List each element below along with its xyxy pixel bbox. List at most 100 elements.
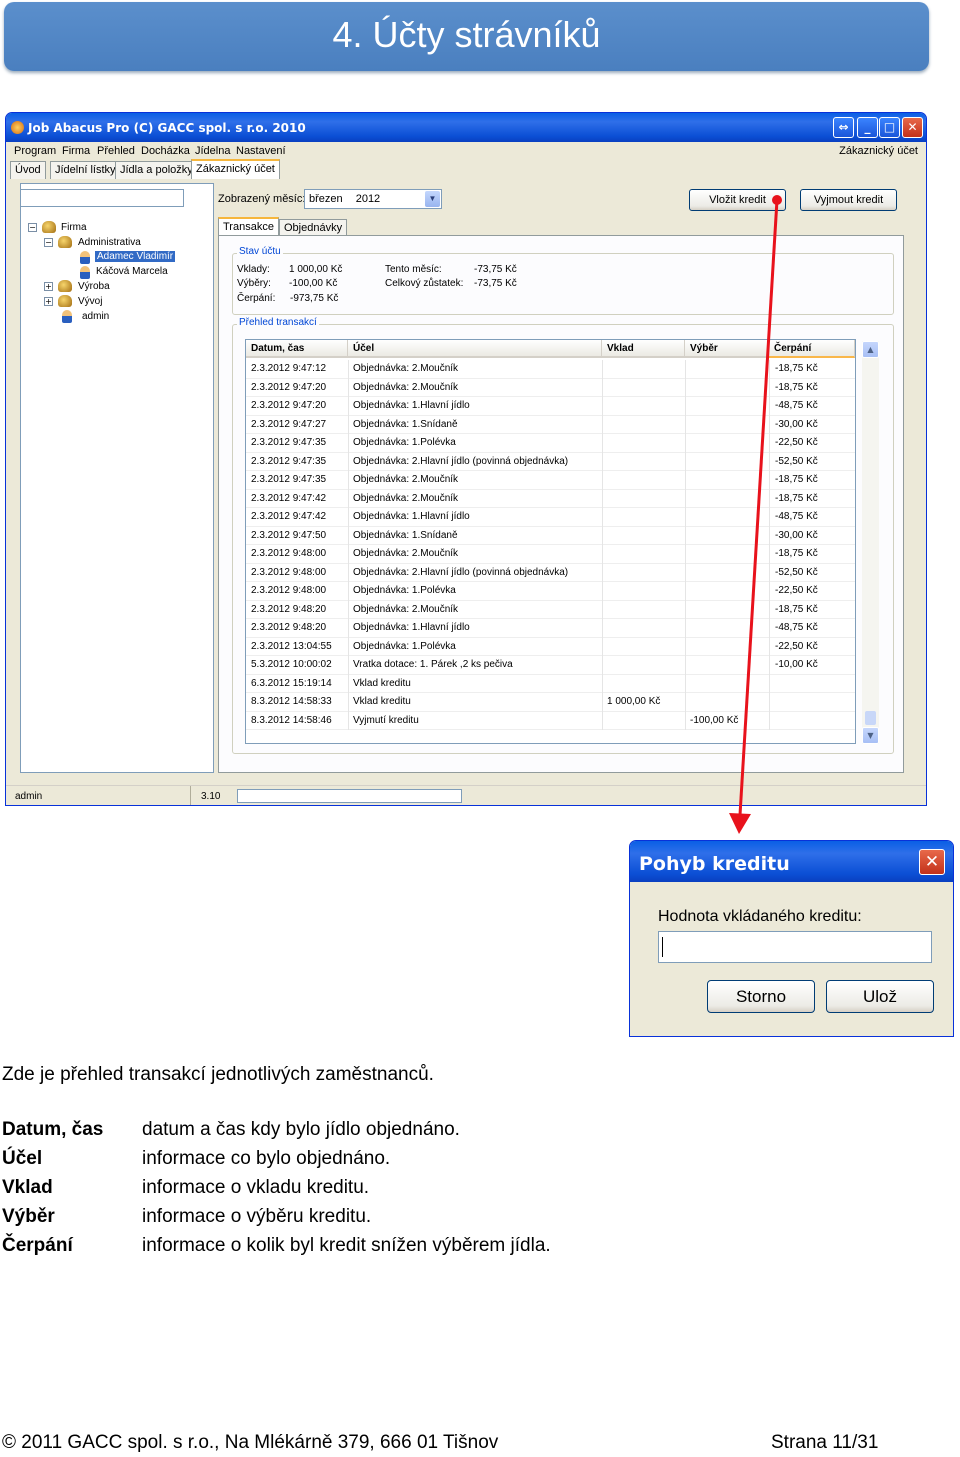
table-row[interactable]: 2.3.2012 9:47:42 Objednávka: 1.Hlavní jíd… (246, 508, 855, 527)
cell-cerpani: -52,50 Kč (775, 566, 818, 578)
deposit-credit-button[interactable]: Vložit kredit (689, 189, 786, 211)
table-row[interactable]: 2.3.2012 9:47:35 Objednávka: 2.Moučník -18… (246, 471, 855, 490)
menu-zakaznicky-ucet[interactable]: Zákaznický účet (839, 145, 918, 157)
cell-datum: 2.3.2012 9:47:35 (251, 474, 327, 485)
definition-description: datum a čas kdy bylo jídlo objednáno. (142, 1119, 460, 1140)
chevron-down-icon[interactable]: ▼ (425, 191, 440, 207)
table-row[interactable]: 2.3.2012 9:48:00 Objednávka: 2.Moučník -18… (246, 545, 855, 564)
definition-description: informace o kolik byl kredit snížen výbě… (142, 1235, 551, 1256)
deposits-label: Vklady: (237, 264, 270, 275)
table-row[interactable]: 2.3.2012 9:47:42 Objednávka: 2.Moučník -18… (246, 489, 855, 508)
group-icon (58, 295, 72, 307)
table-row[interactable]: 8.3.2012 14:58:33 Vklad kreditu 1 000,00 K… (246, 693, 855, 712)
table-row[interactable]: 2.3.2012 9:48:20 Objednávka: 2.Moučník -18… (246, 600, 855, 619)
table-scrollbar[interactable]: ▲ ▼ (862, 341, 879, 744)
restore-icon[interactable]: ⇔ (833, 117, 854, 138)
collapse-icon[interactable]: − (44, 238, 53, 247)
cell-ucel: Objednávka: 2.Moučník (353, 363, 459, 374)
table-row[interactable]: 6.3.2012 15:19:14 Vklad kreditu (246, 674, 855, 693)
tree-search-input[interactable] (20, 189, 184, 207)
table-row[interactable]: 8.3.2012 14:58:46 Vyjmutí kreditu -100,00 … (246, 711, 855, 730)
table-row[interactable]: 5.3.2012 10:00:02 Vratka dotace: 1. Párek… (246, 656, 855, 675)
tab-zakaznicky-ucet[interactable]: Zákaznický účet (191, 159, 280, 179)
menu-jidelna[interactable]: Jídelna (195, 145, 230, 157)
cell-ucel: Objednávka: 2.Moučník (353, 492, 459, 504)
group-icon (58, 280, 72, 292)
withdrawals-label: Výběry: (237, 278, 271, 289)
cell-cerpani: -22,50 Kč (775, 585, 818, 596)
main-window: Job Abacus Pro (C) GACC spol. s r.o. 201… (5, 112, 927, 806)
total-balance-value: -73,75 Kč (474, 278, 517, 289)
definition-term: Vklad (2, 1177, 53, 1198)
month-label: Zobrazený měsíc: (218, 193, 306, 205)
cell-datum: 2.3.2012 9:48:00 (251, 548, 327, 559)
footer-copyright: © 2011 GACC spol. s r.o., Na Mlékárně 37… (2, 1432, 499, 1453)
withdraw-credit-button[interactable]: Vyjmout kredit (800, 189, 897, 211)
cell-datum: 2.3.2012 9:47:20 (251, 400, 327, 411)
table-row[interactable]: 2.3.2012 9:48:00 Objednávka: 1.Polévka -22… (246, 582, 855, 601)
table-row[interactable]: 2.3.2012 9:47:35 Objednávka: 1.Polévka -22… (246, 434, 855, 453)
table-row[interactable]: 2.3.2012 9:47:20 Objednávka: 2.Moučník -18… (246, 378, 855, 397)
tree-root-firma[interactable]: Firma (61, 222, 87, 233)
cell-cerpani: -18,75 Kč (775, 363, 818, 374)
table-row[interactable]: 2.3.2012 9:48:20 Objednávka: 1.Hlavní jíd… (246, 619, 855, 638)
col-header-ucel[interactable]: Účel (348, 340, 602, 358)
cell-datum: 2.3.2012 9:48:00 (251, 585, 327, 596)
tab-transakce[interactable]: Transakce (218, 217, 279, 237)
close-icon[interactable]: ✕ (902, 117, 923, 138)
text-cursor (662, 937, 663, 957)
table-row[interactable]: 2.3.2012 13:04:55 Objednávka: 1.Polévka -2… (246, 637, 855, 656)
menu-firma[interactable]: Firma (62, 145, 90, 157)
table-row[interactable]: 2.3.2012 9:48:00 Objednávka: 2.Hlavní jíd… (246, 563, 855, 582)
table-row[interactable]: 2.3.2012 9:47:35 Objednávka: 2.Hlavní jíd… (246, 452, 855, 471)
window-titlebar[interactable]: Job Abacus Pro (C) GACC spol. s r.o. 201… (6, 113, 926, 142)
definition-description: informace o výběru kreditu. (142, 1206, 372, 1227)
tree-group-vyvoj[interactable]: Vývoj (78, 296, 102, 307)
expand-icon[interactable]: + (44, 282, 53, 291)
credit-amount-input[interactable] (658, 931, 932, 963)
menu-dochazka[interactable]: Docházka (141, 145, 190, 157)
cell-ucel: Objednávka: 1.Snídaně (353, 529, 458, 541)
col-header-vklad[interactable]: Vklad (602, 340, 685, 358)
status-version: 3.10 (201, 791, 221, 802)
dialog-titlebar[interactable]: Pohyb kreditu ✕ (630, 841, 953, 882)
tab-uvod[interactable]: Úvod (10, 161, 46, 179)
cell-cerpani: -48,75 Kč (775, 511, 818, 522)
cancel-button[interactable]: Storno (707, 980, 815, 1013)
dialog-close-icon[interactable]: ✕ (919, 849, 945, 875)
menu-program[interactable]: Program (14, 145, 56, 157)
table-row[interactable]: 2.3.2012 9:47:27 Objednávka: 1.Snídaně -30… (246, 415, 855, 434)
tree-group-vyroba[interactable]: Výroba (78, 281, 110, 292)
scroll-thumb[interactable] (865, 711, 876, 725)
definition-term: Výběr (2, 1206, 55, 1227)
tree-group-administrativa[interactable]: Administrativa (78, 237, 141, 248)
tree-admin[interactable]: admin (82, 311, 109, 322)
scroll-up-icon[interactable]: ▲ (862, 341, 879, 358)
maximize-icon[interactable]: □ (879, 117, 900, 138)
month-select[interactable]: březen 2012 ▼ (304, 189, 442, 209)
cell-datum: 2.3.2012 9:47:42 (251, 492, 327, 504)
col-header-cerpani[interactable]: Čerpání (769, 340, 855, 358)
col-header-datum[interactable]: Datum, čas (246, 340, 348, 358)
expand-icon[interactable]: + (44, 297, 53, 306)
col-header-vyber[interactable]: Výběr (685, 340, 769, 358)
table-row[interactable]: 2.3.2012 9:47:50 Objednávka: 1.Snídaně -30… (246, 526, 855, 545)
table-row[interactable]: 2.3.2012 9:47:12 Objednávka: 2.Moučník -18… (246, 360, 855, 379)
tree-person-adamec[interactable]: Adamec Vladimír (95, 251, 176, 262)
scroll-down-icon[interactable]: ▼ (862, 727, 879, 744)
minimize-icon[interactable]: _ (857, 117, 878, 138)
cell-datum: 2.3.2012 9:47:12 (251, 363, 327, 374)
tree-person-kacova[interactable]: Káčová Marcela (96, 266, 168, 277)
tab-jidla-a-polozky[interactable]: Jídla a položky (115, 161, 198, 179)
save-button[interactable]: Ulož (826, 980, 934, 1013)
person-icon (80, 251, 90, 264)
collapse-icon[interactable]: − (28, 223, 37, 232)
cell-cerpani: -22,50 Kč (775, 437, 818, 448)
menubar: Program Firma Přehled Docházka Jídelna N… (6, 142, 926, 162)
menu-nastaveni[interactable]: Nastavení (236, 145, 286, 157)
person-icon (62, 310, 72, 323)
tab-jidelni-listky[interactable]: Jídelní lístky (50, 161, 121, 179)
cell-datum: 2.3.2012 9:47:42 (251, 511, 327, 522)
menu-prehled[interactable]: Přehled (97, 145, 135, 157)
table-row[interactable]: 2.3.2012 9:47:20 Objednávka: 1.Hlavní jíd… (246, 397, 855, 416)
